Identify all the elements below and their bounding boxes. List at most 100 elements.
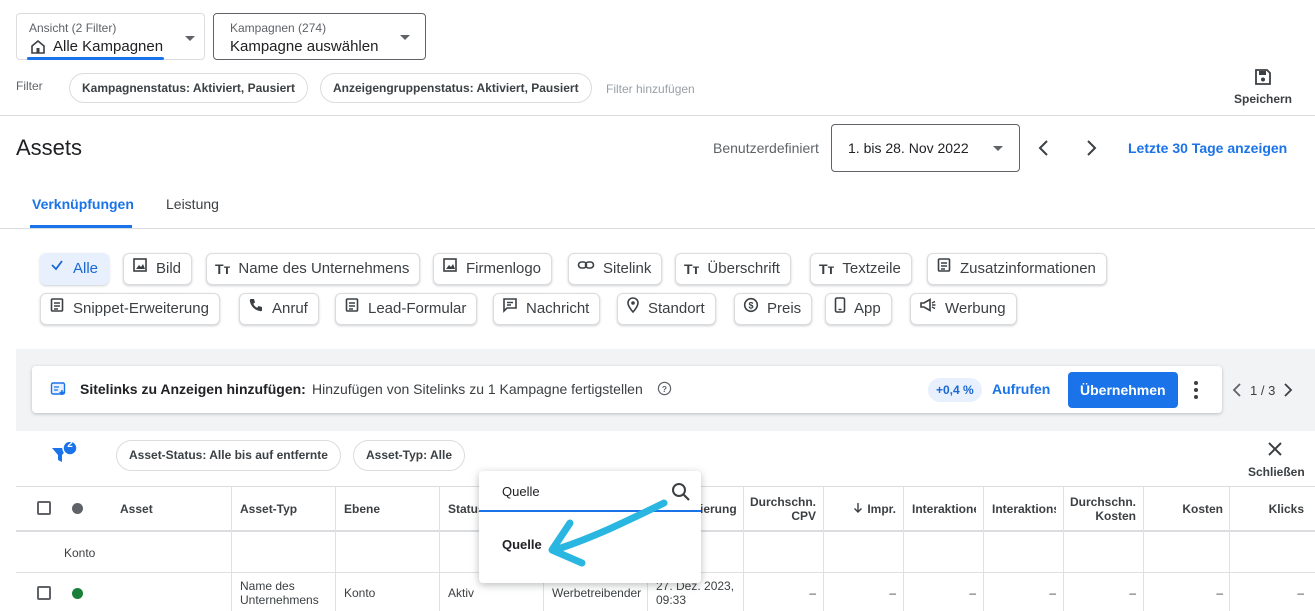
column-header-cost[interactable]: Kosten: [1144, 487, 1223, 531]
view-button[interactable]: Aufrufen: [992, 381, 1050, 397]
column-header-level[interactable]: Ebene: [344, 487, 380, 531]
asset-type-chip-snippet[interactable]: Snippet-Erweiterung: [40, 293, 220, 325]
text-format-icon: Tт: [215, 261, 231, 277]
close-icon[interactable]: [1266, 440, 1284, 463]
chip-label: Anruf: [272, 300, 308, 317]
previous-recommendation-icon[interactable]: [1232, 383, 1242, 402]
chip-label: Sitelink: [603, 260, 652, 277]
megaphone-icon: [919, 294, 937, 324]
dollar-circle-icon: $: [743, 294, 759, 324]
asset-type-chip-logo[interactable]: Firmenlogo: [433, 253, 553, 285]
chip-label: Überschrift: [707, 260, 780, 277]
filter-label: Filter: [16, 79, 43, 93]
tab-leistung[interactable]: Leistung: [166, 196, 219, 212]
asset-type-chip-location[interactable]: Standort: [617, 293, 716, 325]
column-header-hidden[interactable]: ierung: [700, 487, 737, 531]
tab-verknuepfungen[interactable]: Verknüpfungen: [32, 196, 134, 212]
arrow-down-icon: [853, 502, 863, 517]
search-result-item[interactable]: Quelle: [502, 537, 542, 552]
cell-source: Werbetreibender: [552, 586, 642, 600]
form-icon: [344, 294, 360, 324]
asset-type-chip-app[interactable]: App: [825, 293, 892, 325]
view-selector[interactable]: Ansicht (2 Filter) Alle Kampagnen: [16, 13, 205, 60]
document-icon: [49, 294, 65, 324]
chip-label: Alle: [73, 260, 99, 277]
text-format-icon: Tт: [684, 261, 700, 277]
asset-type-chip-all[interactable]: Alle: [40, 253, 110, 285]
asset-type-chip-message[interactable]: Nachricht: [493, 293, 601, 325]
last-30-days-link[interactable]: Letzte 30 Tage anzeigen: [1128, 140, 1287, 156]
next-recommendation-icon[interactable]: [1283, 383, 1293, 402]
asset-type-chip-headline[interactable]: Tт Überschrift: [675, 253, 791, 285]
more-vert-icon[interactable]: [1192, 380, 1200, 405]
asset-type-chip-callout[interactable]: Zusatzinformationen: [927, 253, 1107, 285]
recommendation-pager: 1 / 3: [1250, 383, 1276, 398]
close-label[interactable]: Schließen: [1248, 465, 1305, 479]
location-pin-icon: [626, 294, 640, 324]
campaign-selector[interactable]: Kampagnen (274) Kampagne auswählen: [213, 13, 426, 60]
column-header-asset-type[interactable]: Asset-Typ: [240, 487, 297, 531]
column-header-clicks[interactable]: Klicks: [1230, 487, 1304, 531]
document-icon: [936, 254, 952, 284]
chip-label: Lead-Formular: [368, 300, 467, 317]
chevron-down-icon: [185, 36, 195, 41]
chip-label: Preis: [767, 300, 802, 317]
filter-chip-adgroup-status[interactable]: Anzeigengruppenstatus: Aktiviert, Pausie…: [320, 73, 592, 103]
column-header-interaction-rate[interactable]: Interaktions: [992, 487, 1056, 531]
recommendation-text: Hinzufügen von Sitelinks zu 1 Kampagne f…: [312, 381, 643, 397]
annotation-arrow-icon: [548, 499, 668, 567]
asset-type-chip-business-name[interactable]: Tт Name des Unternehmens: [206, 253, 421, 285]
image-icon: [132, 254, 148, 284]
chip-label: Name des Unternehmens: [238, 260, 410, 277]
column-header-cpv[interactable]: Durchschn. CPV: [744, 487, 816, 531]
row-checkbox[interactable]: [37, 586, 51, 600]
filter-funnel-icon[interactable]: [50, 440, 80, 471]
save-button[interactable]: Speichern: [1233, 67, 1293, 106]
group-label: Konto: [64, 546, 96, 560]
column-header-asset[interactable]: Asset: [120, 487, 153, 531]
chip-label: Firmenlogo: [466, 260, 542, 277]
asset-type-chip-promotion[interactable]: Werbung: [910, 293, 1017, 325]
column-header-impr[interactable]: Impr.: [824, 487, 896, 531]
date-range-label: Benutzerdefiniert: [713, 140, 819, 156]
add-sitelink-icon: [50, 381, 66, 402]
column-divider: [335, 487, 336, 611]
cell-impr: –: [889, 586, 896, 600]
table-filter-chip-asset-status[interactable]: Asset-Status: Alle bis auf entfernte: [116, 440, 341, 471]
asset-type-chip-price[interactable]: $ Preis: [734, 293, 813, 325]
save-icon: [1233, 67, 1293, 89]
select-all-checkbox[interactable]: [37, 501, 51, 515]
asset-type-chip-lead-form[interactable]: Lead-Formular: [335, 293, 478, 325]
link-icon: [577, 254, 595, 284]
check-icon: [49, 254, 65, 284]
phone-icon: [248, 294, 264, 324]
asset-type-chip-image[interactable]: Bild: [123, 253, 193, 285]
column-search-input[interactable]: Quelle: [502, 484, 540, 499]
chip-label: Standort: [648, 300, 705, 317]
search-icon[interactable]: [671, 482, 691, 507]
status-dot-header: [72, 503, 83, 514]
column-header-interactions[interactable]: Interaktione: [912, 487, 976, 531]
date-range-picker[interactable]: 1. bis 28. Nov 2022: [831, 124, 1020, 172]
cell-interaction-rate: –: [1049, 586, 1056, 600]
cell-status: Aktiv: [448, 586, 475, 600]
column-header-impr-label: Impr.: [867, 502, 896, 516]
previous-period-button[interactable]: [1036, 138, 1052, 163]
add-filter-input[interactable]: Filter hinzufügen: [606, 82, 695, 96]
column-divider: [439, 487, 440, 611]
table-filter-chip-asset-type[interactable]: Asset-Typ: Alle: [353, 440, 466, 471]
cell-clicks: –: [1297, 586, 1304, 600]
date-range-value: 1. bis 28. Nov 2022: [848, 140, 969, 156]
filter-chip-campaign-status[interactable]: Kampagnenstatus: Aktiviert, Pausiert: [69, 73, 308, 103]
svg-text:$: $: [748, 301, 753, 311]
asset-type-chip-description[interactable]: Tт Textzeile: [810, 253, 912, 285]
chip-label: Zusatzinformationen: [960, 260, 1096, 277]
column-header-avg-cost[interactable]: Durchschn. Kosten: [1064, 487, 1136, 531]
asset-type-chip-call[interactable]: Anruf: [239, 293, 319, 325]
help-icon[interactable]: ?: [657, 381, 672, 401]
next-period-button[interactable]: [1083, 138, 1099, 163]
asset-type-chip-sitelink[interactable]: Sitelink: [568, 253, 663, 285]
cell-cpv: –: [809, 586, 816, 600]
chip-label: Textzeile: [842, 260, 901, 277]
apply-button[interactable]: Übernehmen: [1068, 372, 1178, 408]
